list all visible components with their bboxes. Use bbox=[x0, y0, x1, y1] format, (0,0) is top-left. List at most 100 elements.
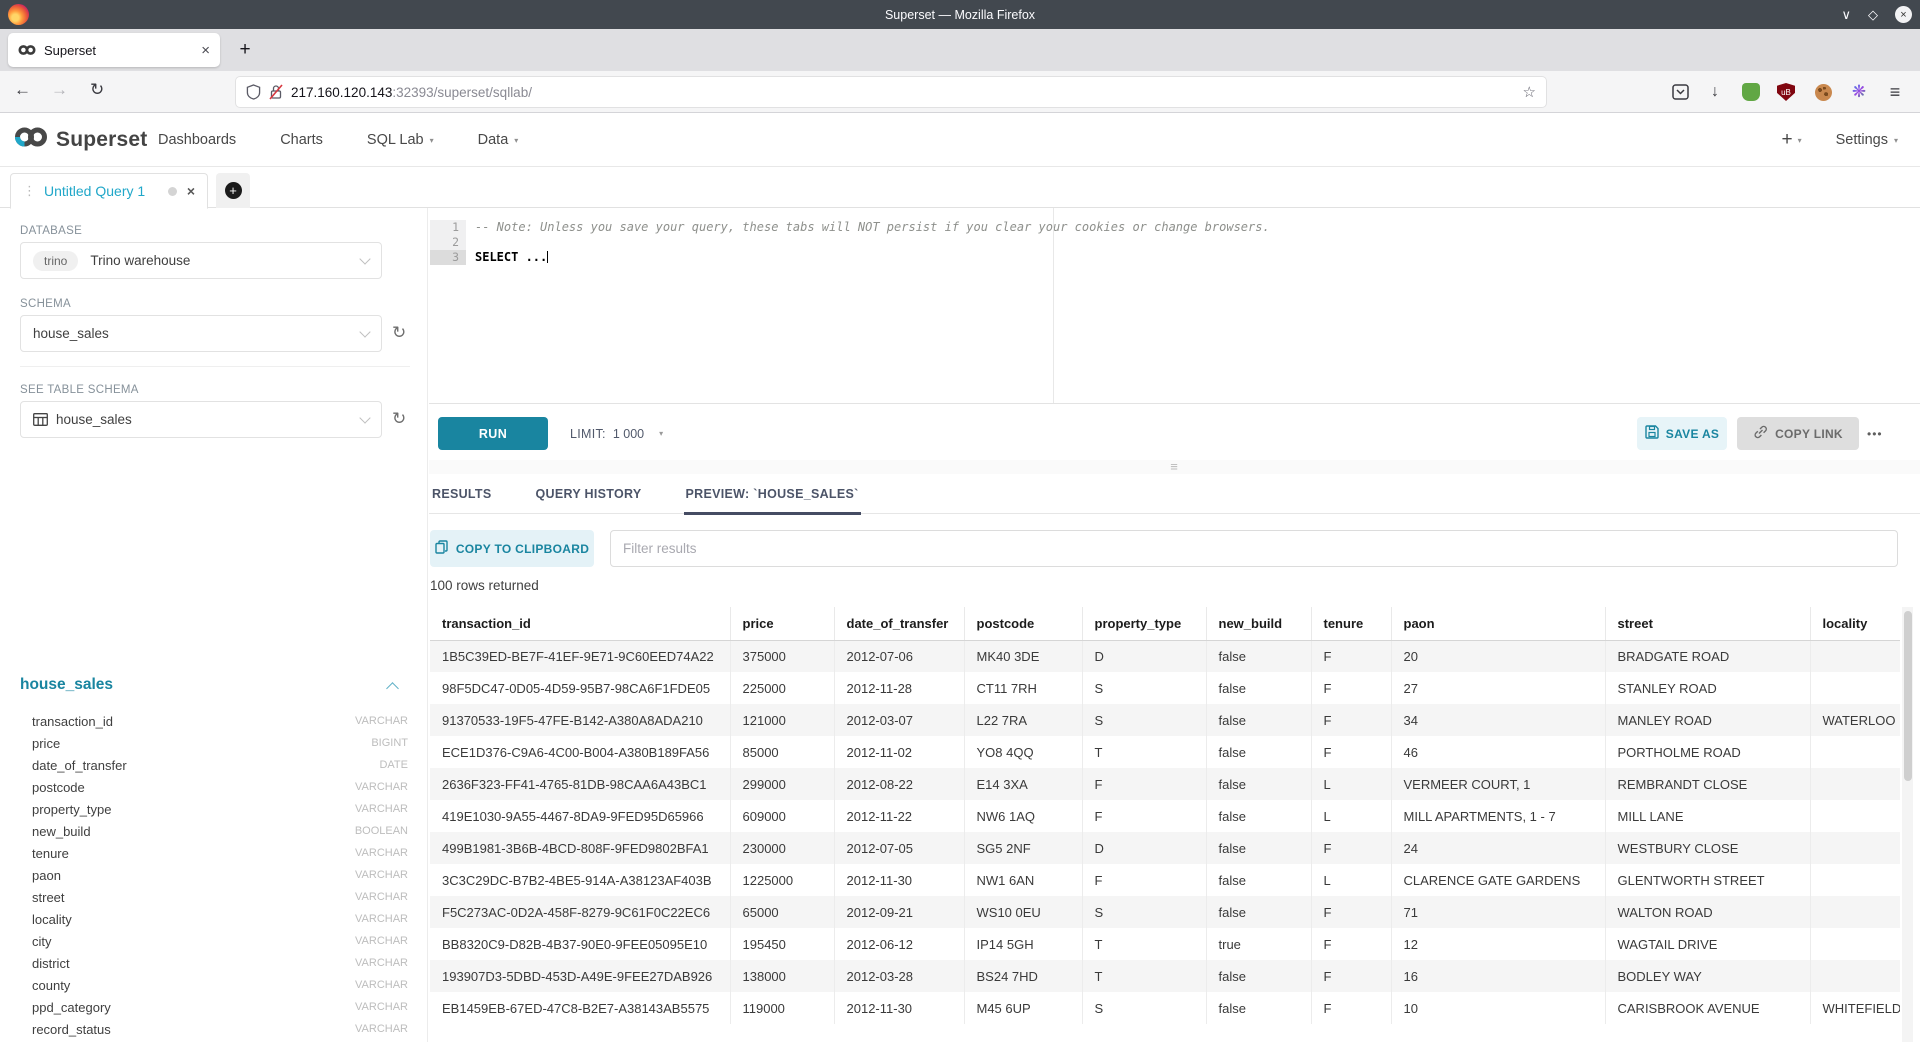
table-cell bbox=[1810, 736, 1900, 768]
schema-select[interactable]: house_sales bbox=[20, 315, 382, 352]
table-cell: MILL LANE bbox=[1605, 800, 1810, 832]
column-header-price[interactable]: price bbox=[730, 607, 834, 640]
url-bar[interactable]: 217.160.120.143:32393/superset/sqllab/ ☆ bbox=[236, 77, 1546, 107]
window-maximize-icon[interactable]: ◇ bbox=[1868, 8, 1878, 21]
nav-item-data[interactable]: Data▾ bbox=[478, 132, 519, 148]
table-schema-select[interactable]: house_sales bbox=[20, 401, 382, 438]
tracking-shield-icon[interactable] bbox=[246, 84, 261, 100]
table-cell: false bbox=[1206, 960, 1311, 992]
schema-column-row: cityVARCHAR bbox=[0, 930, 428, 952]
column-header-transaction_id[interactable]: transaction_id bbox=[430, 607, 730, 640]
database-select[interactable]: trino Trino warehouse bbox=[20, 242, 382, 279]
table-cell bbox=[1810, 640, 1900, 672]
table-row: ECE1D376-C9A6-4C00-B004-A380B189FA568500… bbox=[430, 736, 1900, 768]
forward-icon[interactable]: → bbox=[51, 80, 68, 100]
table-cell: T bbox=[1082, 736, 1206, 768]
column-type: VARCHAR bbox=[355, 715, 408, 727]
pane-resize-band[interactable]: ≡ bbox=[429, 460, 1920, 474]
run-button[interactable]: RUN bbox=[438, 417, 548, 450]
table-cell: BB8320C9-D82B-4B37-90E0-9FEE05095E10 bbox=[430, 928, 730, 960]
results-scrollbar[interactable] bbox=[1902, 607, 1913, 1042]
superset-favicon-icon bbox=[18, 44, 36, 56]
table-cell bbox=[1810, 960, 1900, 992]
more-actions-button[interactable]: ••• bbox=[1867, 417, 1883, 450]
downloads-icon[interactable]: ↓ bbox=[1704, 81, 1726, 103]
browser-tab[interactable]: Superset × bbox=[8, 33, 220, 67]
cookie-extension-icon[interactable] bbox=[1812, 81, 1834, 103]
database-value: Trino warehouse bbox=[90, 253, 190, 268]
window-close-icon[interactable]: × bbox=[1895, 6, 1912, 23]
column-header-tenure[interactable]: tenure bbox=[1311, 607, 1391, 640]
limit-dropdown[interactable]: LIMIT: 1 000 ▾ bbox=[560, 417, 673, 450]
table-cell: YO8 4QQ bbox=[964, 736, 1082, 768]
editor-code[interactable]: -- Note: Unless you save your query, the… bbox=[475, 220, 1910, 265]
column-header-date_of_transfer[interactable]: date_of_transfer bbox=[834, 607, 964, 640]
column-header-paon[interactable]: paon bbox=[1391, 607, 1605, 640]
privacy-badger-icon[interactable] bbox=[1740, 81, 1762, 103]
new-tab-button[interactable]: + bbox=[232, 37, 258, 63]
table-cell: 98F5DC47-0D05-4D59-95B7-98CA6F1FDE05 bbox=[430, 672, 730, 704]
nav-item-sql-lab[interactable]: SQL Lab▾ bbox=[367, 132, 434, 148]
column-header-street[interactable]: street bbox=[1605, 607, 1810, 640]
table-row: 91370533-19F5-47FE-B142-A380A8ADA2101210… bbox=[430, 704, 1900, 736]
browser-tab-close-icon[interactable]: × bbox=[201, 42, 210, 59]
extension-pinwheel-icon[interactable]: ❋ bbox=[1848, 81, 1870, 103]
schema-column-row: ppd_categoryVARCHAR bbox=[0, 996, 428, 1018]
table-name-heading[interactable]: house_sales bbox=[20, 676, 113, 694]
table-cell: 65000 bbox=[730, 896, 834, 928]
bookmark-star-icon[interactable]: ☆ bbox=[1523, 83, 1536, 101]
query-tab-close-icon[interactable]: × bbox=[187, 183, 195, 199]
save-as-button[interactable]: SAVE AS bbox=[1637, 417, 1727, 450]
insecure-lock-icon[interactable] bbox=[269, 84, 283, 100]
table-cell: F bbox=[1311, 960, 1391, 992]
query-tab-active[interactable]: ⋮ Untitled Query 1 × bbox=[10, 173, 208, 209]
column-header-new_build[interactable]: new_build bbox=[1206, 607, 1311, 640]
nav-item-charts[interactable]: Charts bbox=[280, 132, 323, 148]
new-query-tab-button[interactable]: + bbox=[216, 173, 250, 208]
table-cell: F bbox=[1311, 832, 1391, 864]
results-tab-preview[interactable]: PREVIEW: `HOUSE_SALES` bbox=[684, 474, 861, 514]
copy-to-clipboard-button[interactable]: COPY TO CLIPBOARD bbox=[430, 530, 594, 567]
table-row: EB1459EB-67ED-47C8-B2E7-A38143AB55751190… bbox=[430, 992, 1900, 1024]
scrollbar-thumb[interactable] bbox=[1904, 611, 1912, 781]
drag-handle-icon[interactable]: ⋮ bbox=[23, 183, 36, 199]
table-cell: T bbox=[1082, 928, 1206, 960]
url-host: 217.160.120.143 bbox=[291, 85, 392, 100]
table-cell: 2012-11-02 bbox=[834, 736, 964, 768]
chevron-down-icon bbox=[359, 253, 370, 264]
new-item-button[interactable]: +▾ bbox=[1781, 129, 1801, 151]
results-tab-results[interactable]: RESULTS bbox=[430, 474, 494, 514]
settings-menu[interactable]: Settings▾ bbox=[1836, 132, 1898, 148]
superset-brand[interactable]: Superset bbox=[14, 126, 147, 153]
row-count-text: 100 rows returned bbox=[430, 578, 539, 593]
column-name: city bbox=[32, 934, 355, 949]
menu-icon[interactable]: ≡ bbox=[1884, 81, 1906, 103]
ublock-icon[interactable]: uB bbox=[1775, 81, 1797, 103]
column-header-locality[interactable]: locality bbox=[1810, 607, 1900, 640]
column-header-property_type[interactable]: property_type bbox=[1082, 607, 1206, 640]
table-cell: CT11 7RH bbox=[964, 672, 1082, 704]
table-row: 2636F323-FF41-4765-81DB-98CAA6A43BC12990… bbox=[430, 768, 1900, 800]
copy-link-button[interactable]: COPY LINK bbox=[1737, 417, 1859, 450]
table-cell: 71 bbox=[1391, 896, 1605, 928]
results-tab-query-history[interactable]: QUERY HISTORY bbox=[534, 474, 644, 514]
window-titlebar: Superset — Mozilla Firefox ∨ ◇ × bbox=[0, 0, 1920, 29]
table-schema-value: house_sales bbox=[56, 412, 132, 427]
table-cell: D bbox=[1082, 832, 1206, 864]
sql-editor[interactable]: 1 2 3 -- Note: Unless you save your quer… bbox=[429, 208, 1920, 404]
save-to-pocket-icon[interactable] bbox=[1669, 81, 1691, 103]
filter-results-input[interactable] bbox=[610, 530, 1898, 567]
table-cell: MANLEY ROAD bbox=[1605, 704, 1810, 736]
table-cell: BRADGATE ROAD bbox=[1605, 640, 1810, 672]
chevron-up-icon[interactable] bbox=[386, 682, 399, 695]
nav-item-dashboards[interactable]: Dashboards bbox=[158, 132, 236, 148]
back-icon[interactable]: ← bbox=[14, 80, 31, 100]
reload-icon[interactable]: ↻ bbox=[90, 80, 104, 100]
column-header-postcode[interactable]: postcode bbox=[964, 607, 1082, 640]
table-cell: false bbox=[1206, 672, 1311, 704]
table-row: 193907D3-5DBD-453D-A49E-9FEE27DAB9261380… bbox=[430, 960, 1900, 992]
refresh-schema-icon[interactable]: ↻ bbox=[392, 323, 406, 343]
refresh-table-icon[interactable]: ↻ bbox=[392, 409, 406, 429]
window-minimize-icon[interactable]: ∨ bbox=[1841, 8, 1851, 21]
column-name: tenure bbox=[32, 846, 355, 861]
